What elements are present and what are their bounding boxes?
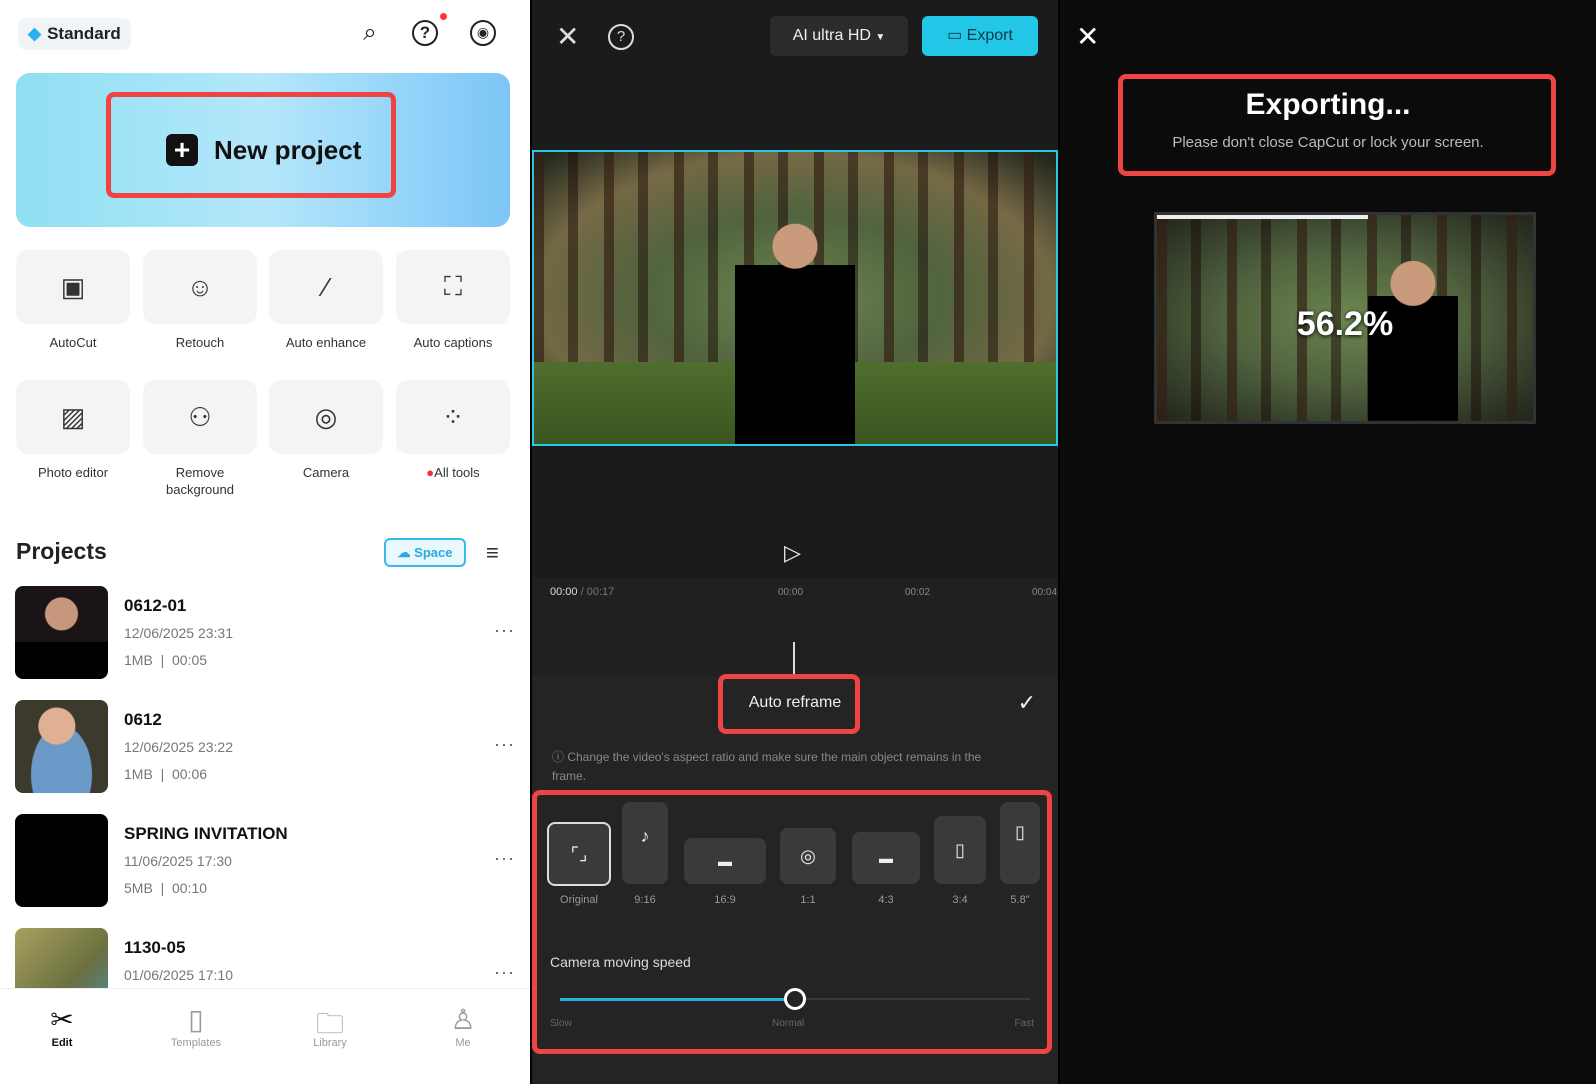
remove-bg-icon: ⚇ <box>143 380 257 454</box>
tool-autocut[interactable]: ▣ AutoCut <box>16 250 130 351</box>
plan-badge[interactable]: ◆ Standard <box>18 18 131 50</box>
sort-icon[interactable]: ≡ <box>486 540 499 566</box>
more-icon[interactable]: ··· <box>494 620 515 641</box>
camera-icon: ◎ <box>269 380 383 454</box>
photo-editor-icon: ▨ <box>16 380 130 454</box>
project-row[interactable]: 1130-05 01/06/2025 17:10 ··· <box>15 928 515 988</box>
export-icon: ▭ <box>947 27 963 44</box>
tool-retouch[interactable]: ☺ Retouch <box>143 250 257 351</box>
help-icon[interactable]: ? <box>608 24 634 50</box>
retouch-icon: ☺ <box>143 250 257 324</box>
play-icon[interactable]: ▷ <box>784 540 801 566</box>
person-icon: ♙ <box>450 1004 476 1035</box>
project-thumbnail <box>15 586 108 679</box>
project-thumbnail <box>15 700 108 793</box>
autocut-icon: ▣ <box>16 250 130 324</box>
export-progress-text: 56.2% <box>1296 305 1394 343</box>
home-screen: ◆ Standard ⌕ ? ◉ + New project ▣ AutoCut ☺ R… <box>0 0 530 1084</box>
export-screen: ✕ Exporting... Please don't close CapCut… <box>1060 0 1596 1084</box>
nav-templates[interactable]: ▯ Templates <box>151 1003 241 1049</box>
nav-edit[interactable]: ✂ Edit <box>17 1003 107 1049</box>
project-thumbnail <box>15 814 108 907</box>
diamond-icon: ◆ <box>28 24 42 43</box>
info-text: ⓘ Change the video's aspect ratio and ma… <box>552 750 982 783</box>
tool-photo-editor[interactable]: ▨ Photo editor <box>16 380 130 481</box>
timeline[interactable]: 00:00 / 00:17 00:00 00:02 00:04 <box>532 578 1058 676</box>
tool-remove-background[interactable]: ⚇ Remove background <box>143 380 257 498</box>
quality-dropdown[interactable]: AI ultra HD ▼ <box>770 16 908 56</box>
captions-icon: ⛶ <box>396 250 510 324</box>
playhead[interactable] <box>793 642 795 676</box>
close-icon[interactable]: ✕ <box>556 20 579 53</box>
more-icon[interactable]: ··· <box>494 848 515 869</box>
projects-heading: Projects <box>16 538 107 564</box>
highlight-auto-reframe <box>718 674 860 734</box>
export-button[interactable]: ▭ Export <box>922 16 1038 56</box>
help-icon[interactable]: ? <box>412 20 438 46</box>
magic-wand-icon: ⁄ <box>269 250 383 324</box>
close-icon[interactable]: ✕ <box>1076 20 1099 53</box>
tool-auto-captions[interactable]: ⛶ Auto captions <box>396 250 510 351</box>
tool-all-tools[interactable]: ⁘ ●All tools <box>396 380 510 481</box>
export-preview: 56.2% <box>1154 212 1536 424</box>
highlight-exporting <box>1118 74 1556 176</box>
highlight-new-project <box>106 92 396 198</box>
project-thumbnail <box>15 928 108 988</box>
notification-dot <box>440 13 447 20</box>
nav-me[interactable]: ♙ Me <box>418 1003 508 1049</box>
new-dot: ● <box>426 465 435 480</box>
settings-icon[interactable]: ◉ <box>470 20 496 46</box>
confirm-check-icon[interactable]: ✓ <box>1018 690 1036 716</box>
export-progress-bar <box>1157 215 1369 219</box>
nav-library[interactable]: 🗀 Library <box>285 1003 375 1049</box>
templates-icon: ▯ <box>188 1004 204 1035</box>
video-preview[interactable] <box>532 150 1058 446</box>
bottom-nav: ✂ Edit ▯ Templates 🗀 Library ♙ Me <box>0 988 530 1084</box>
project-row[interactable]: SPRING INVITATION 11/06/2025 17:30 5MB |… <box>15 814 515 908</box>
highlight-ratio-options <box>532 790 1052 1054</box>
project-row[interactable]: 0612 12/06/2025 23:22 1MB | 00:06 ··· <box>15 700 515 794</box>
editor-screen: ✕ ? AI ultra HD ▼ ▭ Export ▷ 00:00 / 00:… <box>532 0 1058 1084</box>
project-row[interactable]: 0612-01 12/06/2025 23:31 1MB | 00:05 ··· <box>15 586 515 680</box>
search-icon[interactable]: ⌕ <box>355 18 385 48</box>
more-icon[interactable]: ··· <box>494 962 515 983</box>
tool-auto-enhance[interactable]: ⁄ Auto enhance <box>269 250 383 351</box>
scissors-icon: ✂ <box>50 1004 74 1035</box>
space-button[interactable]: ☁ Space <box>384 538 466 567</box>
woman-figure <box>735 214 855 444</box>
caret-down-icon: ▼ <box>875 32 886 43</box>
grid-icon: ⁘ <box>396 380 510 454</box>
folder-icon: 🗀 <box>315 1008 344 1039</box>
info-icon: ⓘ <box>552 750 568 764</box>
more-icon[interactable]: ··· <box>494 734 515 755</box>
tool-camera[interactable]: ◎ Camera <box>269 380 383 481</box>
